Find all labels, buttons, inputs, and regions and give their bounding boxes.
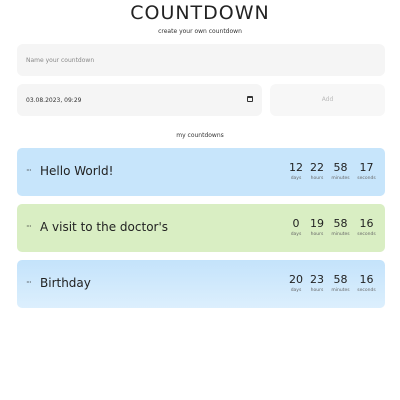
days-value: 12: [289, 161, 303, 174]
seconds-value: 17: [359, 161, 374, 174]
minutes-value: 58: [333, 273, 348, 286]
page-title: COUNTDOWN: [130, 2, 270, 24]
seconds-label: seconds: [357, 176, 376, 181]
countdown-name-input[interactable]: Name your countdown: [17, 44, 385, 76]
hours-unit: 22 hours: [307, 161, 327, 181]
days-value: 20: [289, 273, 303, 286]
seconds-unit: 17 seconds: [355, 161, 378, 181]
date-value: 03.08.2023, 09:29: [26, 96, 82, 104]
seconds-label: seconds: [357, 288, 376, 293]
hours-unit: 19 hours: [307, 217, 327, 237]
seconds-value: 16: [359, 273, 374, 286]
minutes-value: 58: [333, 217, 348, 230]
hours-value: 23: [310, 273, 324, 286]
minutes-label: minutes: [331, 232, 350, 237]
days-unit: 20 days: [286, 273, 306, 293]
hours-label: hours: [310, 288, 324, 293]
countdown-card-hello-world: ··· Hello World! 12 days 22 hours 58 min…: [17, 148, 385, 196]
hours-unit: 23 hours: [307, 273, 327, 293]
countdown-name: Hello World!: [40, 164, 114, 178]
minutes-label: minutes: [331, 176, 350, 181]
days-label: days: [290, 232, 302, 237]
countdown-name: Birthday: [40, 276, 91, 290]
minutes-value: 58: [333, 161, 348, 174]
seconds-label: seconds: [357, 232, 376, 237]
days-unit: 0 days: [286, 217, 306, 237]
days-label: days: [290, 288, 302, 293]
more-options-icon[interactable]: ···: [26, 222, 32, 231]
hours-value: 19: [310, 217, 324, 230]
countdown-name: A visit to the doctor's: [40, 220, 169, 234]
more-options-icon[interactable]: ···: [26, 278, 32, 287]
add-button[interactable]: Add: [270, 84, 385, 116]
seconds-value: 16: [359, 217, 374, 230]
minutes-unit: 58 minutes: [329, 217, 352, 237]
countdown-date-input[interactable]: 03.08.2023, 09:29: [17, 84, 262, 116]
seconds-unit: 16 seconds: [355, 217, 378, 237]
countdown-card-birthday: ··· Birthday 20 days 23 hours 58 minutes…: [17, 260, 385, 308]
hours-label: hours: [310, 176, 324, 181]
days-unit: 12 days: [286, 161, 306, 181]
minutes-label: minutes: [331, 288, 350, 293]
list-title: my countdowns: [176, 132, 224, 139]
page-subtitle: create your own countdown: [158, 28, 242, 35]
hours-label: hours: [310, 232, 324, 237]
days-value: 0: [292, 217, 300, 230]
calendar-icon[interactable]: [247, 96, 253, 102]
minutes-unit: 58 minutes: [329, 161, 352, 181]
hours-value: 22: [310, 161, 324, 174]
days-label: days: [290, 176, 302, 181]
minutes-unit: 58 minutes: [329, 273, 352, 293]
countdown-card-doctor: ··· A visit to the doctor's 0 days 19 ho…: [17, 204, 385, 252]
seconds-unit: 16 seconds: [355, 273, 378, 293]
more-options-icon[interactable]: ···: [26, 166, 32, 175]
